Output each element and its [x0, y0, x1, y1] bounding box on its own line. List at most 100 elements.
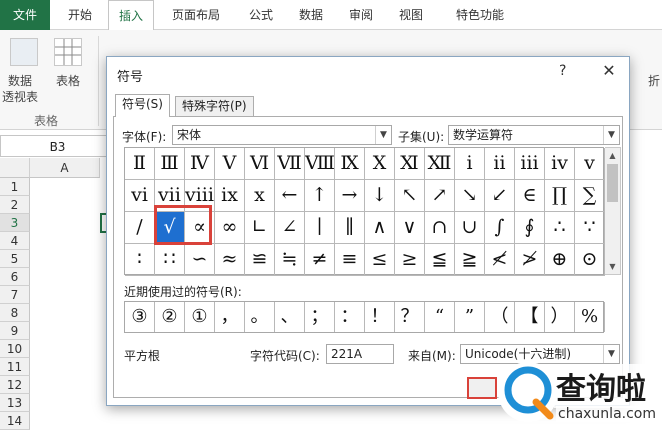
symbol-cell[interactable]: Ⅲ	[155, 148, 185, 180]
tab-symbols[interactable]: 符号(S)	[115, 94, 170, 117]
symbol-cell[interactable]: ∩	[425, 212, 455, 244]
recent-symbol-cell[interactable]: ）	[545, 302, 575, 332]
symbol-cell[interactable]: ⊕	[545, 244, 575, 276]
symbol-cell[interactable]: ∨	[395, 212, 425, 244]
font-select[interactable]: 宋体 ▼	[172, 125, 392, 145]
scroll-thumb[interactable]	[607, 164, 618, 202]
symbol-cell[interactable]: ↙	[485, 180, 515, 212]
symbol-cell[interactable]: ≥	[395, 244, 425, 276]
row-header-2[interactable]: 2	[0, 196, 30, 214]
recent-symbol-cell[interactable]: 。	[245, 302, 275, 332]
symbol-cell[interactable]: ∥	[335, 212, 365, 244]
recent-symbol-cell[interactable]: ：	[335, 302, 365, 332]
tab-special[interactable]: 特色功能	[440, 0, 520, 30]
symbol-cell[interactable]: ↗	[425, 180, 455, 212]
row-header-11[interactable]: 11	[0, 358, 30, 376]
tab-home[interactable]: 开始	[56, 0, 104, 30]
row-header-3[interactable]: 3	[0, 214, 30, 232]
symbol-cell[interactable]: ⅹ	[245, 180, 275, 212]
symbol-cell[interactable]: ∫	[485, 212, 515, 244]
recent-symbol-cell[interactable]: ？	[395, 302, 425, 332]
recent-symbol-cell[interactable]: ”	[455, 302, 485, 332]
recent-symbol-cell[interactable]: ①	[185, 302, 215, 332]
recent-symbol-cell[interactable]: “	[425, 302, 455, 332]
symbol-cell[interactable]: ≮	[485, 244, 515, 276]
tab-review[interactable]: 审阅	[338, 0, 384, 30]
symbol-cell[interactable]: ≒	[275, 244, 305, 276]
recent-symbol-cell[interactable]: %	[575, 302, 605, 332]
symbol-cell[interactable]: ⅵ	[125, 180, 155, 212]
row-header-4[interactable]: 4	[0, 232, 30, 250]
symbol-cell[interactable]: Ⅻ	[425, 148, 455, 180]
symbol-grid-scrollbar[interactable]: ▲ ▼	[605, 147, 621, 275]
symbol-cell[interactable]: ←	[275, 180, 305, 212]
symbol-cell[interactable]: Ⅱ	[125, 148, 155, 180]
symbol-cell[interactable]: ∣	[305, 212, 335, 244]
recent-symbol-cell[interactable]: ；	[305, 302, 335, 332]
symbol-cell[interactable]: ∞	[215, 212, 245, 244]
symbol-cell[interactable]: ∴	[545, 212, 575, 244]
symbol-cell[interactable]: ∮	[515, 212, 545, 244]
recent-symbol-cell[interactable]: （	[485, 302, 515, 332]
symbol-cell[interactable]: ≤	[365, 244, 395, 276]
tab-page-layout[interactable]: 页面布局	[160, 0, 232, 30]
name-box[interactable]: B3	[0, 135, 115, 157]
row-header-1[interactable]: 1	[0, 178, 30, 196]
scroll-down-icon[interactable]: ▼	[605, 259, 620, 274]
select-all-corner[interactable]	[0, 158, 30, 178]
recent-symbol-cell[interactable]: ，	[215, 302, 245, 332]
symbol-cell[interactable]: ∷	[155, 244, 185, 276]
tab-formulas[interactable]: 公式	[238, 0, 284, 30]
tab-file[interactable]: 文件	[0, 0, 50, 30]
recent-symbol-cell[interactable]: 【	[515, 302, 545, 332]
symbol-cell[interactable]: ∠	[275, 212, 305, 244]
symbol-cell[interactable]: ⅴ	[575, 148, 605, 180]
tab-data[interactable]: 数据	[288, 0, 334, 30]
char-code-input[interactable]: 221A	[326, 344, 394, 364]
recent-symbol-cell[interactable]: ②	[155, 302, 185, 332]
symbol-cell[interactable]: Ⅷ	[305, 148, 335, 180]
symbol-cell[interactable]: ⅳ	[545, 148, 575, 180]
symbol-cell[interactable]: ∵	[575, 212, 605, 244]
symbol-cell[interactable]: ≌	[245, 244, 275, 276]
symbol-cell[interactable]: ∟	[245, 212, 275, 244]
pivot-table-icon[interactable]	[10, 38, 38, 66]
symbol-cell[interactable]: ⅰ	[455, 148, 485, 180]
symbol-cell[interactable]: ∽	[185, 244, 215, 276]
symbol-cell[interactable]: ⅸ	[215, 180, 245, 212]
symbol-cell[interactable]: ↑	[305, 180, 335, 212]
symbol-cell[interactable]: Ⅴ	[215, 148, 245, 180]
recent-symbol-cell[interactable]: 、	[275, 302, 305, 332]
tab-special-characters[interactable]: 特殊字符(P)	[175, 96, 254, 116]
symbol-cell[interactable]: →	[335, 180, 365, 212]
tab-view[interactable]: 视图	[388, 0, 434, 30]
symbol-cell[interactable]: Ⅹ	[365, 148, 395, 180]
row-header-9[interactable]: 9	[0, 322, 30, 340]
symbol-cell[interactable]: ↓	[365, 180, 395, 212]
table-icon[interactable]	[54, 38, 82, 66]
symbol-cell[interactable]: ≧	[455, 244, 485, 276]
column-header-a[interactable]: A	[30, 158, 100, 178]
row-header-13[interactable]: 13	[0, 394, 30, 412]
row-header-14[interactable]: 14	[0, 412, 30, 430]
tab-insert[interactable]: 插入	[108, 0, 154, 31]
symbol-cell[interactable]: ∑	[575, 180, 605, 212]
row-header-12[interactable]: 12	[0, 376, 30, 394]
symbol-cell[interactable]: ∈	[515, 180, 545, 212]
symbol-cell[interactable]: ∕	[125, 212, 155, 244]
chevron-down-icon[interactable]: ▼	[603, 126, 619, 144]
symbol-cell[interactable]: ⅲ	[515, 148, 545, 180]
symbol-cell[interactable]: ∶	[125, 244, 155, 276]
subset-select[interactable]: 数学运算符 ▼	[448, 125, 620, 145]
recent-symbol-cell[interactable]: ③	[125, 302, 155, 332]
symbol-cell[interactable]: ↘	[455, 180, 485, 212]
symbol-cell[interactable]: ⅱ	[485, 148, 515, 180]
symbol-cell[interactable]: ≦	[425, 244, 455, 276]
row-header-5[interactable]: 5	[0, 250, 30, 268]
symbol-cell[interactable]: ≯	[515, 244, 545, 276]
recent-symbol-cell[interactable]: ！	[365, 302, 395, 332]
chevron-down-icon[interactable]: ▼	[375, 126, 391, 144]
symbol-cell[interactable]: ≈	[215, 244, 245, 276]
symbol-cell[interactable]: ⊙	[575, 244, 605, 276]
symbol-cell[interactable]: ≠	[305, 244, 335, 276]
